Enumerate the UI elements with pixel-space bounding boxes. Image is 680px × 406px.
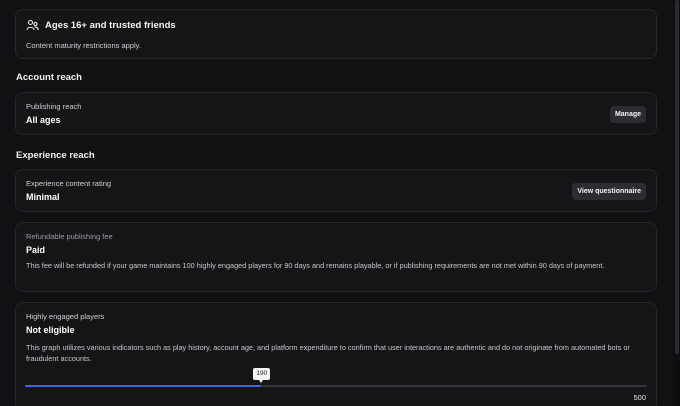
audience-title: Ages 16+ and trusted friends [45,20,176,31]
engaged-players-current-tooltip: 190 [253,368,271,383]
content-rating-card: Experience content rating Minimal View q… [15,169,657,212]
scrollbar-thumb[interactable] [675,0,679,354]
publishing-fee-value: Paid [26,245,46,255]
manage-button[interactable]: Manage [609,106,646,123]
content-rating-value: Minimal [26,192,60,202]
engaged-players-description: This graph utilizes various indicators s… [26,343,630,363]
publishing-reach-value: All ages [26,115,61,125]
people-icon [26,19,39,32]
publishing-reach-card: Publishing reach All ages Manage [15,92,657,135]
engaged-players-label: Highly engaged players [26,312,105,321]
engaged-players-max: 500 [633,393,646,402]
engaged-players-progress-fill [25,385,262,387]
publishing-fee-label: Refundable publishing fee [26,232,113,241]
scrollbar[interactable] [673,0,680,406]
publishing-reach-label: Publishing reach [26,102,82,111]
audience-card: Ages 16+ and trusted friends Content mat… [15,9,657,59]
engaged-players-card: Highly engaged players Not eligible This… [15,302,657,406]
account-reach-title: Account reach [16,72,82,83]
view-questionnaire-button[interactable]: View questionnaire [572,183,646,200]
audience-description: Content maturity restrictions apply. [26,41,141,50]
experience-reach-title: Experience reach [16,150,95,161]
publishing-fee-description: This fee will be refunded if your game m… [26,261,605,270]
engaged-players-value: Not eligible [26,325,75,335]
engaged-players-progress [25,385,647,387]
content-rating-label: Experience content rating [26,179,112,188]
publishing-fee-card: Refundable publishing fee Paid This fee … [15,222,657,292]
